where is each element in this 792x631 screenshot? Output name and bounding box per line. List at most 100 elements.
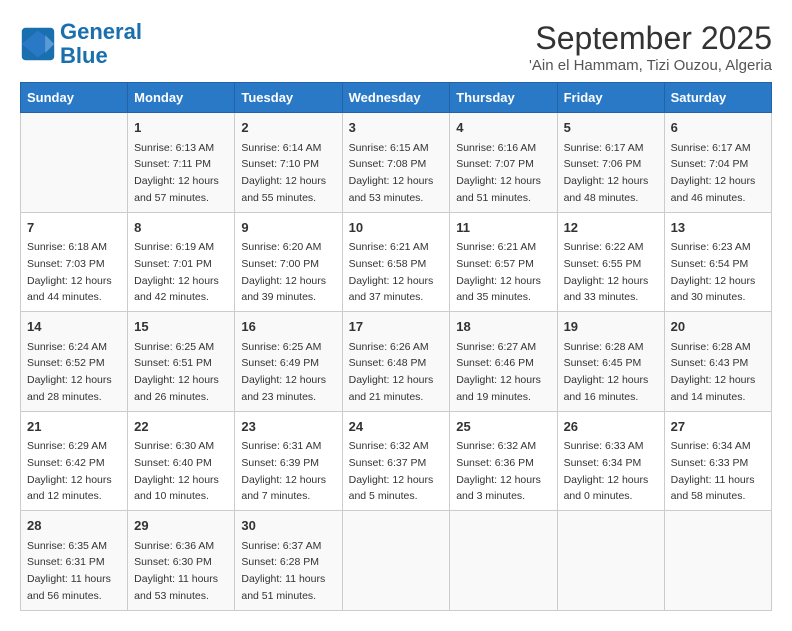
day-header-wednesday: Wednesday: [342, 83, 450, 113]
calendar-cell: 12 Sunrise: 6:22 AM Sunset: 6:55 PM Dayli…: [557, 212, 664, 312]
day-info: Sunrise: 6:28 AM Sunset: 6:45 PM Dayligh…: [564, 341, 649, 403]
calendar-cell: 28 Sunrise: 6:35 AM Sunset: 6:31 PM Dayli…: [21, 511, 128, 611]
day-info: Sunrise: 6:25 AM Sunset: 6:51 PM Dayligh…: [134, 341, 219, 403]
month-title: September 2025: [529, 20, 772, 57]
day-info: Sunrise: 6:17 AM Sunset: 7:04 PM Dayligh…: [671, 142, 756, 204]
week-row-2: 7 Sunrise: 6:18 AM Sunset: 7:03 PM Daylig…: [21, 212, 772, 312]
page-header: General Blue September 2025 'Ain el Hamm…: [20, 20, 772, 74]
calendar-cell: [557, 511, 664, 611]
logo: General Blue: [20, 20, 142, 68]
day-info: Sunrise: 6:25 AM Sunset: 6:49 PM Dayligh…: [241, 341, 326, 403]
calendar-cell: 2 Sunrise: 6:14 AM Sunset: 7:10 PM Daylig…: [235, 113, 342, 213]
day-info: Sunrise: 6:37 AM Sunset: 6:28 PM Dayligh…: [241, 540, 325, 602]
week-row-4: 21 Sunrise: 6:29 AM Sunset: 6:42 PM Dayli…: [21, 411, 772, 511]
calendar-cell: 20 Sunrise: 6:28 AM Sunset: 6:43 PM Dayli…: [664, 312, 771, 412]
day-info: Sunrise: 6:28 AM Sunset: 6:43 PM Dayligh…: [671, 341, 756, 403]
day-info: Sunrise: 6:27 AM Sunset: 6:46 PM Dayligh…: [456, 341, 541, 403]
day-number: 10: [349, 218, 444, 238]
day-number: 26: [564, 417, 658, 437]
day-number: 29: [134, 516, 228, 536]
logo-icon: [20, 26, 56, 62]
calendar-cell: 19Sunrise: 6:28 AM Sunset: 6:45 PM Dayli…: [557, 312, 664, 412]
day-number: 15: [134, 317, 228, 337]
calendar-cell: [342, 511, 450, 611]
day-number: 21: [27, 417, 121, 437]
day-number: 11: [456, 218, 550, 238]
calendar-cell: [664, 511, 771, 611]
calendar-cell: 21 Sunrise: 6:29 AM Sunset: 6:42 PM Dayli…: [21, 411, 128, 511]
day-number: 24: [349, 417, 444, 437]
calendar-cell: [450, 511, 557, 611]
calendar-cell: 4 Sunrise: 6:16 AM Sunset: 7:07 PM Daylig…: [450, 113, 557, 213]
day-info: Sunrise: 6:18 AM Sunset: 7:03 PM Dayligh…: [27, 241, 112, 303]
calendar-cell: 13Sunrise: 6:23 AM Sunset: 6:54 PM Dayli…: [664, 212, 771, 312]
week-row-1: 1Sunrise: 6:13 AM Sunset: 7:11 PM Daylig…: [21, 113, 772, 213]
day-info: Sunrise: 6:14 AM Sunset: 7:10 PM Dayligh…: [241, 142, 326, 204]
day-info: Sunrise: 6:34 AM Sunset: 6:33 PM Dayligh…: [671, 440, 755, 502]
logo-line1: General: [60, 19, 142, 44]
day-number: 8: [134, 218, 228, 238]
calendar-cell: 27 Sunrise: 6:34 AM Sunset: 6:33 PM Dayli…: [664, 411, 771, 511]
day-number: 27: [671, 417, 765, 437]
day-info: Sunrise: 6:30 AM Sunset: 6:40 PM Dayligh…: [134, 440, 219, 502]
calendar-cell: 25Sunrise: 6:32 AM Sunset: 6:36 PM Dayli…: [450, 411, 557, 511]
calendar-cell: 16 Sunrise: 6:25 AM Sunset: 6:49 PM Dayli…: [235, 312, 342, 412]
day-info: Sunrise: 6:22 AM Sunset: 6:55 PM Dayligh…: [564, 241, 649, 303]
day-header-friday: Friday: [557, 83, 664, 113]
calendar-cell: 6 Sunrise: 6:17 AM Sunset: 7:04 PM Daylig…: [664, 113, 771, 213]
day-info: Sunrise: 6:17 AM Sunset: 7:06 PM Dayligh…: [564, 142, 649, 204]
day-number: 9: [241, 218, 335, 238]
day-header-saturday: Saturday: [664, 83, 771, 113]
calendar-cell: 7 Sunrise: 6:18 AM Sunset: 7:03 PM Daylig…: [21, 212, 128, 312]
day-info: Sunrise: 6:21 AM Sunset: 6:57 PM Dayligh…: [456, 241, 541, 303]
day-number: 23: [241, 417, 335, 437]
calendar-cell: 8 Sunrise: 6:19 AM Sunset: 7:01 PM Daylig…: [128, 212, 235, 312]
logo-text: General Blue: [60, 20, 142, 68]
day-info: Sunrise: 6:29 AM Sunset: 6:42 PM Dayligh…: [27, 440, 112, 502]
day-header-monday: Monday: [128, 83, 235, 113]
calendar-cell: 22 Sunrise: 6:30 AM Sunset: 6:40 PM Dayli…: [128, 411, 235, 511]
day-header-tuesday: Tuesday: [235, 83, 342, 113]
day-info: Sunrise: 6:19 AM Sunset: 7:01 PM Dayligh…: [134, 241, 219, 303]
day-number: 5: [564, 118, 658, 138]
day-number: 16: [241, 317, 335, 337]
calendar-table: SundayMondayTuesdayWednesdayThursdayFrid…: [20, 82, 772, 611]
day-number: 28: [27, 516, 121, 536]
calendar-cell: 5 Sunrise: 6:17 AM Sunset: 7:06 PM Daylig…: [557, 113, 664, 213]
day-info: Sunrise: 6:16 AM Sunset: 7:07 PM Dayligh…: [456, 142, 541, 204]
day-number: 20: [671, 317, 765, 337]
day-number: 4: [456, 118, 550, 138]
calendar-cell: 24 Sunrise: 6:32 AM Sunset: 6:37 PM Dayli…: [342, 411, 450, 511]
day-number: 18: [456, 317, 550, 337]
day-number: 30: [241, 516, 335, 536]
day-number: 13: [671, 218, 765, 238]
calendar-cell: 9 Sunrise: 6:20 AM Sunset: 7:00 PM Daylig…: [235, 212, 342, 312]
calendar-cell: [21, 113, 128, 213]
day-info: Sunrise: 6:21 AM Sunset: 6:58 PM Dayligh…: [349, 241, 434, 303]
calendar-cell: 15 Sunrise: 6:25 AM Sunset: 6:51 PM Dayli…: [128, 312, 235, 412]
day-number: 6: [671, 118, 765, 138]
day-number: 7: [27, 218, 121, 238]
header-row: SundayMondayTuesdayWednesdayThursdayFrid…: [21, 83, 772, 113]
calendar-cell: 14Sunrise: 6:24 AM Sunset: 6:52 PM Dayli…: [21, 312, 128, 412]
day-number: 3: [349, 118, 444, 138]
day-info: Sunrise: 6:32 AM Sunset: 6:37 PM Dayligh…: [349, 440, 434, 502]
week-row-3: 14Sunrise: 6:24 AM Sunset: 6:52 PM Dayli…: [21, 312, 772, 412]
day-info: Sunrise: 6:20 AM Sunset: 7:00 PM Dayligh…: [241, 241, 326, 303]
day-info: Sunrise: 6:35 AM Sunset: 6:31 PM Dayligh…: [27, 540, 111, 602]
location-subtitle: 'Ain el Hammam, Tizi Ouzou, Algeria: [529, 57, 772, 74]
calendar-cell: 23Sunrise: 6:31 AM Sunset: 6:39 PM Dayli…: [235, 411, 342, 511]
day-info: Sunrise: 6:32 AM Sunset: 6:36 PM Dayligh…: [456, 440, 541, 502]
day-number: 14: [27, 317, 121, 337]
day-number: 12: [564, 218, 658, 238]
calendar-cell: 11 Sunrise: 6:21 AM Sunset: 6:57 PM Dayli…: [450, 212, 557, 312]
calendar-cell: 30 Sunrise: 6:37 AM Sunset: 6:28 PM Dayli…: [235, 511, 342, 611]
day-info: Sunrise: 6:26 AM Sunset: 6:48 PM Dayligh…: [349, 341, 434, 403]
day-info: Sunrise: 6:33 AM Sunset: 6:34 PM Dayligh…: [564, 440, 649, 502]
day-number: 2: [241, 118, 335, 138]
calendar-cell: 17Sunrise: 6:26 AM Sunset: 6:48 PM Dayli…: [342, 312, 450, 412]
calendar-cell: 3Sunrise: 6:15 AM Sunset: 7:08 PM Daylig…: [342, 113, 450, 213]
calendar-cell: 10 Sunrise: 6:21 AM Sunset: 6:58 PM Dayli…: [342, 212, 450, 312]
day-number: 22: [134, 417, 228, 437]
calendar-cell: 1Sunrise: 6:13 AM Sunset: 7:11 PM Daylig…: [128, 113, 235, 213]
